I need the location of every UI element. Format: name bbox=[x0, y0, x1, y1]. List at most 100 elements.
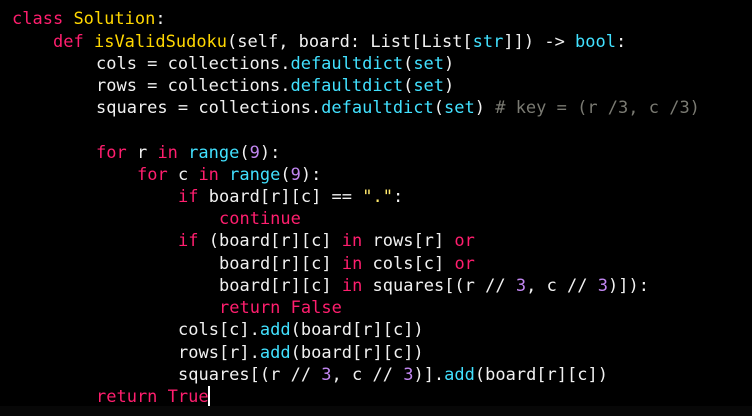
keyword: in bbox=[198, 165, 219, 185]
code-text: , c // bbox=[526, 276, 598, 296]
function-name: isValidSudoku bbox=[93, 32, 228, 52]
keyword: continue bbox=[219, 209, 301, 229]
code-text: ): bbox=[300, 165, 322, 185]
code-text: ( bbox=[403, 54, 414, 74]
code-text: rows = collections. bbox=[96, 76, 291, 96]
code-text: ( bbox=[239, 143, 250, 163]
builtin-type: set bbox=[413, 76, 445, 96]
code-line-12: board[r][c] in cols[c] or bbox=[219, 253, 475, 275]
code-text: ( bbox=[433, 98, 445, 118]
code-text: ) bbox=[474, 98, 496, 118]
keyword: False bbox=[290, 298, 342, 318]
code-text: board[r][c] bbox=[219, 276, 342, 296]
code-line-11: if (board[r][c] in rows[r] or bbox=[178, 230, 475, 252]
number-literal: 9 bbox=[290, 165, 301, 185]
keyword: in bbox=[157, 143, 178, 163]
code-text: )]. bbox=[413, 365, 445, 385]
code-text: squares[(r // bbox=[178, 365, 322, 385]
builtin-call: defaultdict bbox=[290, 76, 404, 96]
code-line-16: rows[r].add(board[r][c]) bbox=[178, 342, 424, 364]
keyword: class bbox=[12, 9, 64, 29]
keyword: if bbox=[178, 187, 199, 207]
code-text: ( bbox=[403, 76, 414, 96]
builtin-type: set bbox=[413, 54, 445, 74]
builtin-call: defaultdict bbox=[321, 98, 434, 118]
builtin-call: add bbox=[259, 320, 291, 340]
number-literal: 3 bbox=[403, 365, 414, 385]
code-text: (board[r][c]) bbox=[290, 343, 424, 363]
keyword: or bbox=[454, 254, 475, 274]
builtin-call: range bbox=[229, 165, 281, 185]
code-line-18: return True bbox=[96, 386, 209, 408]
code-text: )]): bbox=[608, 276, 649, 296]
keyword: in bbox=[341, 231, 363, 251]
code-editor[interactable]: class Solution: def isValidSudoku(self, … bbox=[0, 0, 752, 416]
code-text: : bbox=[616, 32, 627, 52]
code-line-7: for r in range(9): bbox=[96, 142, 280, 164]
keyword: in bbox=[341, 254, 363, 274]
keyword: for bbox=[96, 143, 127, 163]
builtin-type: str bbox=[472, 32, 504, 52]
builtin-type: bool bbox=[575, 32, 616, 52]
code-text: squares = collections. bbox=[96, 98, 322, 118]
builtin-call: add bbox=[444, 365, 475, 385]
code-text: ]]) -> bbox=[503, 32, 576, 52]
code-text: rows[r] bbox=[362, 231, 455, 251]
code-text: squares[(r // bbox=[362, 276, 516, 296]
code-text: c bbox=[167, 165, 199, 185]
code-line-10: continue bbox=[219, 208, 301, 230]
code-line-15: cols[c].add(board[r][c]) bbox=[178, 319, 424, 341]
keyword: def bbox=[53, 32, 84, 52]
code-text: r bbox=[126, 143, 158, 163]
keyword: True bbox=[167, 387, 209, 407]
text-cursor bbox=[208, 386, 210, 407]
code-line-5: squares = collections.defaultdict(set) #… bbox=[96, 97, 700, 119]
builtin-call: defaultdict bbox=[290, 54, 404, 74]
keyword: if bbox=[178, 231, 199, 251]
number-literal: 9 bbox=[249, 143, 260, 163]
code-line-2: def isValidSudoku(self, board: List[List… bbox=[53, 31, 626, 53]
keyword: in bbox=[341, 276, 363, 296]
code-text: , c // bbox=[331, 365, 404, 385]
code-line-4: rows = collections.defaultdict(set) bbox=[96, 75, 454, 97]
code-text: ) bbox=[444, 54, 455, 74]
code-text: : bbox=[392, 187, 404, 207]
code-line-9: if board[r][c] == ".": bbox=[178, 186, 403, 208]
keyword: for bbox=[137, 165, 168, 185]
code-text: board[r][c] bbox=[219, 254, 342, 274]
code-text: (board[r][c]) bbox=[474, 365, 608, 385]
number-literal: 3 bbox=[321, 365, 332, 385]
code-line-13: board[r][c] in squares[(r // 3, c // 3)]… bbox=[219, 275, 649, 297]
code-text: cols[c]. bbox=[178, 320, 260, 340]
code-comment: # key = (r /3, c /3) bbox=[495, 98, 700, 118]
code-text: (self, board: List[List[ bbox=[227, 32, 473, 52]
string-literal: "." bbox=[362, 187, 393, 207]
builtin-type: set bbox=[444, 98, 475, 118]
keyword: return bbox=[96, 387, 158, 407]
keyword: return bbox=[219, 298, 281, 318]
builtin-call: add bbox=[259, 343, 291, 363]
code-line-17: squares[(r // 3, c // 3)].add(board[r][c… bbox=[178, 364, 608, 386]
code-text: cols[c] bbox=[362, 254, 455, 274]
code-text: (board[r][c]) bbox=[290, 320, 424, 340]
code-text: board[r][c] == bbox=[198, 187, 363, 207]
code-line-14: return False bbox=[219, 297, 342, 319]
code-text: cols = collections. bbox=[96, 54, 291, 74]
code-line-3: cols = collections.defaultdict(set) bbox=[96, 53, 454, 75]
class-name: Solution bbox=[73, 9, 156, 29]
code-text: ) bbox=[444, 76, 455, 96]
code-text: (board[r][c] bbox=[198, 231, 342, 251]
keyword: or bbox=[454, 231, 475, 251]
number-literal: 3 bbox=[515, 276, 527, 296]
code-text: : bbox=[155, 9, 166, 29]
code-line-8: for c in range(9): bbox=[137, 164, 321, 186]
editor-bottom-edge bbox=[0, 406, 752, 416]
builtin-call: range bbox=[188, 143, 240, 163]
code-text: rows[r]. bbox=[178, 343, 260, 363]
